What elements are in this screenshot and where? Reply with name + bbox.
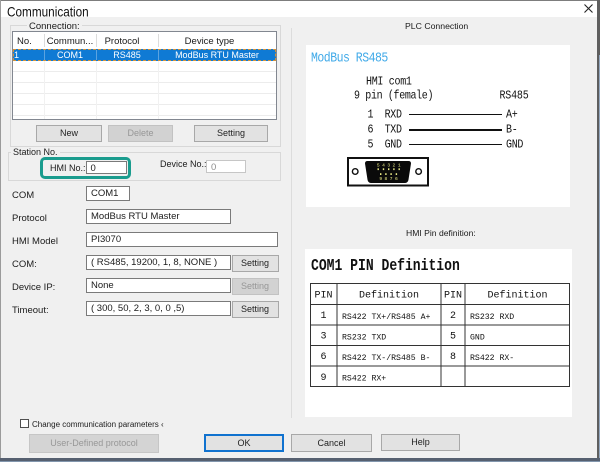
svg-text:8: 8 [450, 352, 456, 363]
svg-text:RS422 RX-: RS422 RX- [470, 354, 514, 363]
svg-text:8: 8 [385, 176, 388, 182]
svg-text:RS422 RX+: RS422 RX+ [342, 375, 386, 384]
svg-text:3: 3 [320, 332, 326, 343]
svg-text:PIN: PIN [314, 291, 332, 302]
svg-text:Definition: Definition [359, 290, 419, 302]
svg-text:7: 7 [390, 176, 393, 182]
svg-text:RS422 TX+/RS485 A+: RS422 TX+/RS485 A+ [342, 312, 431, 322]
svg-text:2: 2 [393, 162, 396, 168]
svg-text:5: 5 [450, 332, 456, 343]
svg-text:4: 4 [382, 162, 385, 168]
svg-text:RS232 TXD: RS232 TXD [342, 334, 386, 343]
svg-text:1: 1 [398, 162, 401, 168]
svg-text:Definition: Definition [487, 290, 547, 302]
svg-text:GND: GND [470, 334, 485, 343]
svg-text:2: 2 [450, 311, 456, 322]
svg-text:RS232 RXD: RS232 RXD [470, 313, 514, 322]
svg-text:3: 3 [387, 162, 390, 168]
svg-text:6: 6 [320, 352, 326, 363]
svg-text:9: 9 [379, 176, 382, 182]
svg-text:6: 6 [395, 176, 398, 182]
svg-text:9: 9 [320, 373, 326, 384]
svg-text:RS422 TX-/RS485 B-: RS422 TX-/RS485 B- [342, 353, 430, 363]
svg-text:1: 1 [320, 311, 326, 322]
svg-text:5: 5 [377, 162, 380, 168]
svg-text:PIN: PIN [444, 291, 462, 302]
